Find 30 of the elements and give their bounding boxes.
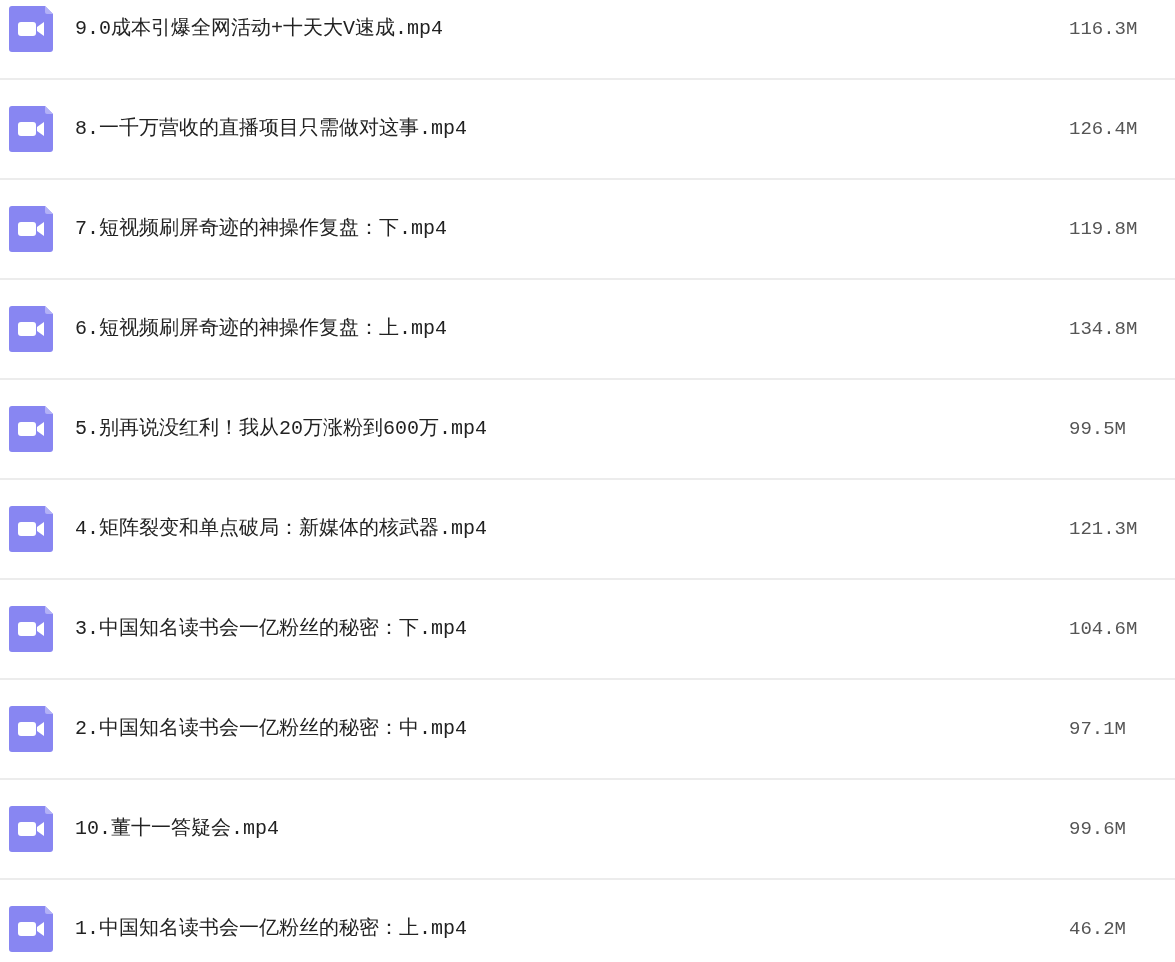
video-file-icon [9,706,53,752]
video-file-icon [9,306,53,352]
video-file-icon [9,506,53,552]
file-size: 121.3M [1069,516,1138,542]
file-name[interactable]: 5.别再说没红利！我从20万涨粉到600万.mp4 [75,414,975,444]
file-name[interactable]: 7.短视频刷屏奇迹的神操作复盘：下.mp4 [75,214,975,244]
video-file-icon [9,806,53,852]
video-file-icon [9,6,53,52]
file-name[interactable]: 4.矩阵裂变和单点破局：新媒体的核武器.mp4 [75,514,975,544]
file-size: 99.5M [1069,416,1126,442]
file-name[interactable]: 9.0成本引爆全网活动+十天大V速成.mp4 [75,14,975,44]
video-file-icon [9,606,53,652]
file-size: 126.4M [1069,116,1138,142]
file-size: 46.2M [1069,916,1126,942]
file-name[interactable]: 10.董十一答疑会.mp4 [75,814,975,844]
file-name[interactable]: 2.中国知名读书会一亿粉丝的秘密：中.mp4 [75,714,975,744]
file-size: 116.3M [1069,16,1138,42]
video-file-icon [9,206,53,252]
file-name[interactable]: 8.一千万营收的直播项目只需做对这事.mp4 [75,114,975,144]
video-file-icon [9,106,53,152]
video-file-icon [9,406,53,452]
file-name[interactable]: 3.中国知名读书会一亿粉丝的秘密：下.mp4 [75,614,975,644]
file-size: 97.1M [1069,716,1126,742]
file-size: 99.6M [1069,816,1126,842]
file-size: 104.6M [1069,616,1138,642]
file-name[interactable]: 1.中国知名读书会一亿粉丝的秘密：上.mp4 [75,914,975,944]
file-name[interactable]: 6.短视频刷屏奇迹的神操作复盘：上.mp4 [75,314,975,344]
file-size: 134.8M [1069,316,1138,342]
file-size: 119.8M [1069,216,1138,242]
video-file-icon [9,906,53,952]
